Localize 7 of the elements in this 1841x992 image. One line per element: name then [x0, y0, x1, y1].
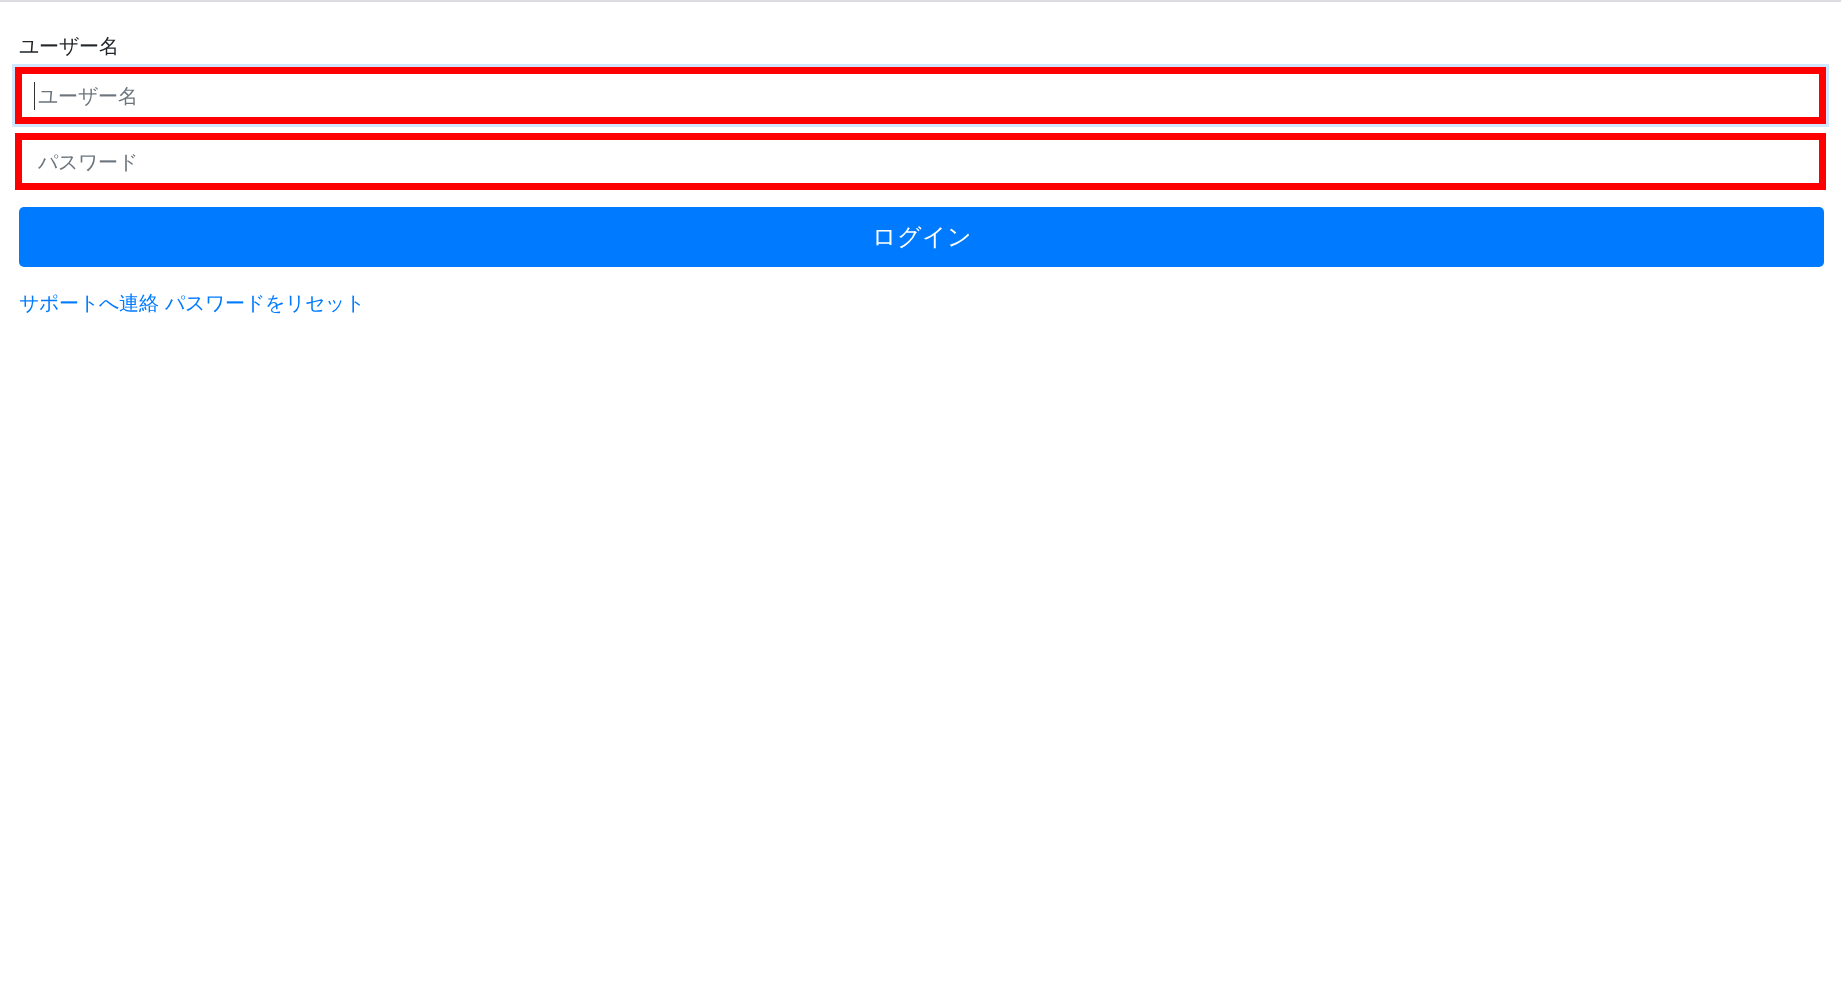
text-cursor-icon — [34, 82, 35, 110]
text-link[interactable]: サポートへ連絡 — [19, 290, 159, 316]
text-link[interactable]: パスワードをリセット — [165, 290, 365, 316]
login-button[interactable]: ログイン — [19, 207, 1824, 267]
username-field[interactable]: ユーザー名 — [15, 67, 1826, 124]
password-field[interactable]: パスワード — [15, 133, 1826, 190]
username-label: ユーザー名 — [19, 33, 119, 59]
